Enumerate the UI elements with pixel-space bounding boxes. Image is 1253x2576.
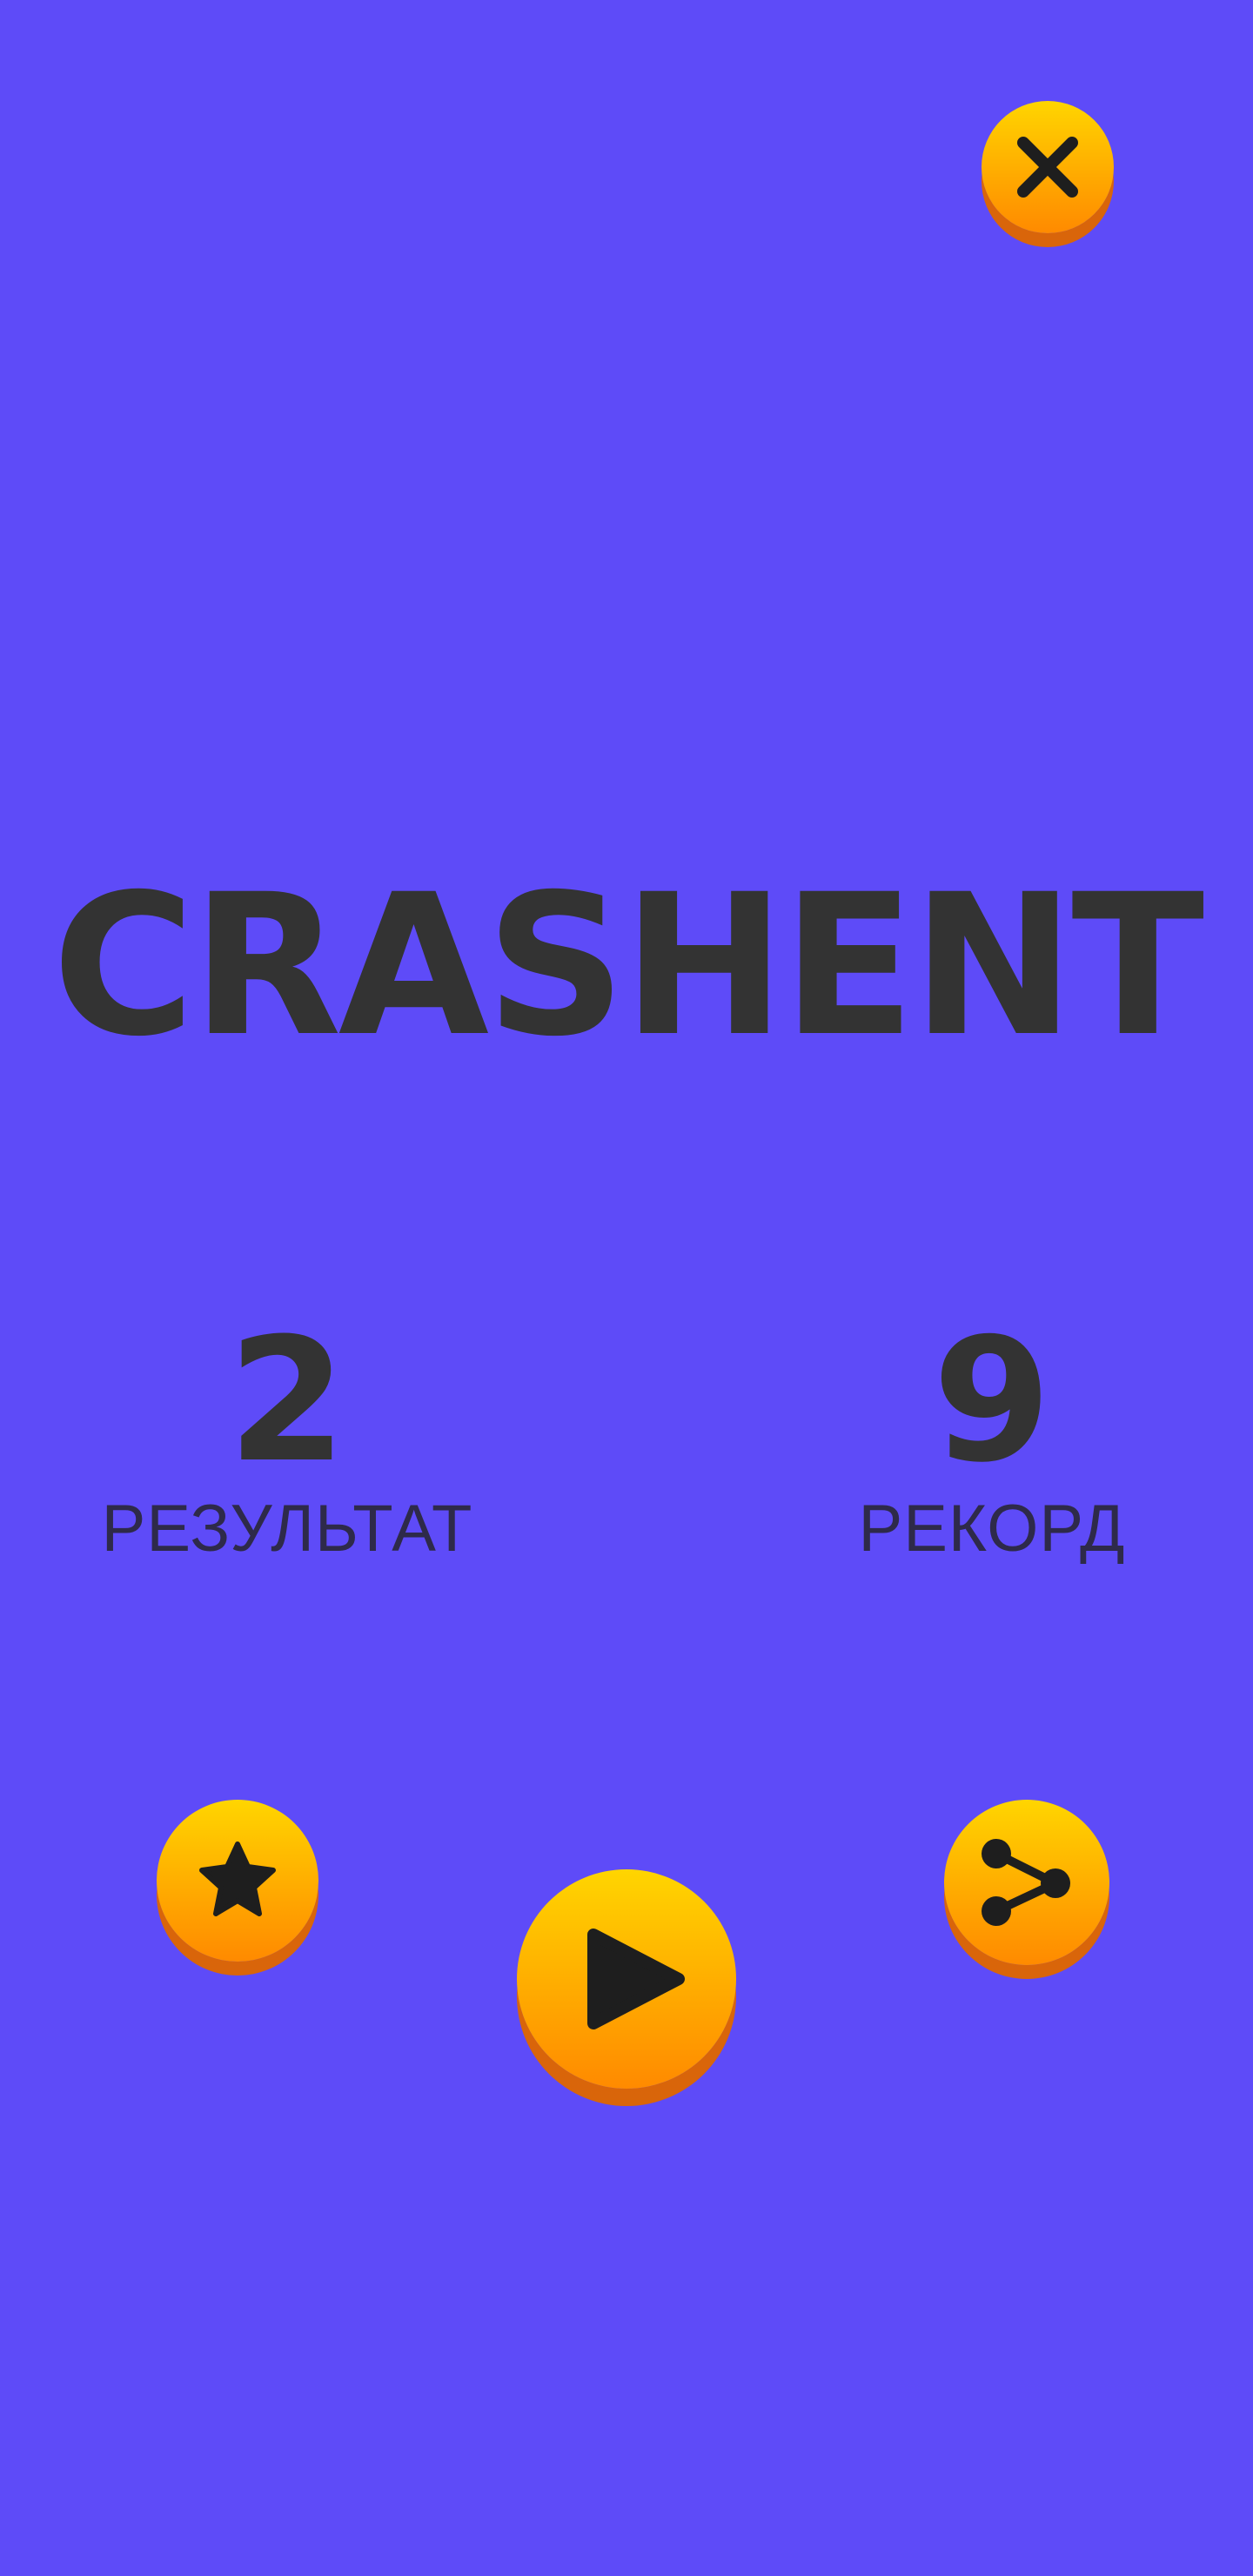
best-score-panel: 9 РЕКОРД (801, 1314, 1183, 1568)
score-label: РЕЗУЛЬТАТ (101, 1492, 473, 1566)
close-button[interactable] (982, 101, 1114, 233)
play-button[interactable] (517, 1869, 736, 2089)
share-icon (979, 1835, 1075, 1930)
share-button[interactable] (944, 1800, 1109, 1965)
best-score-value: 9 (932, 1302, 1052, 1500)
close-icon (1006, 125, 1089, 209)
score-panel: 2 РЕЗУЛЬТАТ (96, 1314, 479, 1568)
best-score-label: РЕКОРД (858, 1492, 1126, 1566)
star-icon (194, 1837, 281, 1924)
play-icon (576, 1922, 689, 2036)
game-title: CRASHENT (51, 852, 1204, 1079)
rate-button[interactable] (157, 1800, 318, 1962)
score-value: 2 (227, 1302, 347, 1500)
